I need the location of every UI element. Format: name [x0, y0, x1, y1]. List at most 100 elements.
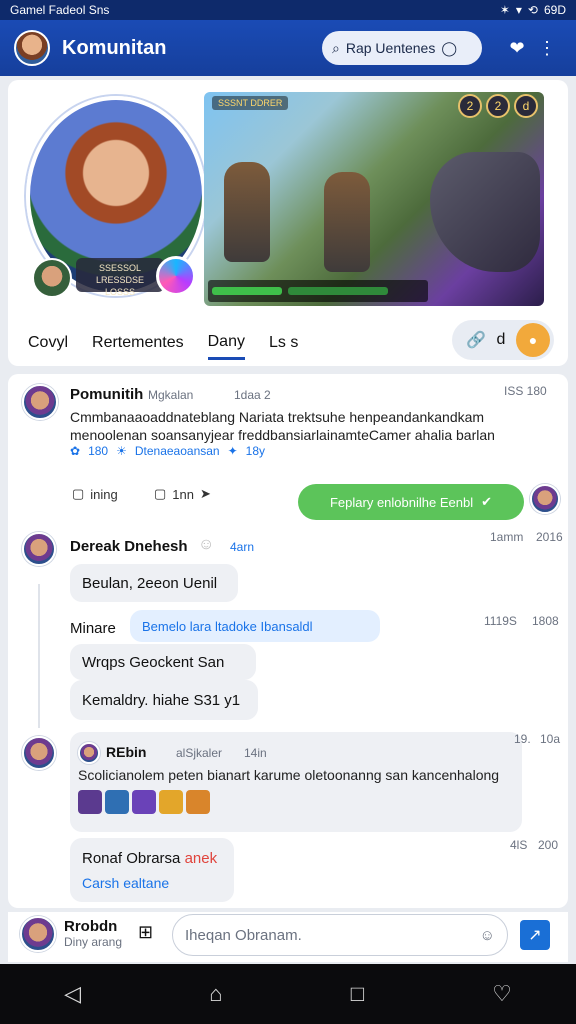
composer-identity: Rrobdn Diny arang: [64, 918, 122, 949]
share-icon[interactable]: ➤: [200, 486, 211, 502]
hud-icon: 2: [458, 94, 482, 118]
thumbnail-icon: [186, 790, 210, 814]
thumbnail-icon: [159, 790, 183, 814]
status-bar: Gamel Fadeol Sns ✶ ▾ ⟲ 69D: [0, 0, 576, 20]
wifi-icon: ▾: [515, 3, 522, 17]
quote-handle: alSjkaler: [176, 746, 223, 760]
home-icon[interactable]: ⌂: [209, 981, 222, 1007]
quote-thumbnails: [78, 790, 210, 814]
heart-icon[interactable]: ♡: [492, 981, 512, 1007]
search-clear-icon[interactable]: ◯: [441, 40, 457, 57]
post-meta-right: ISS 180: [504, 384, 547, 398]
comment-icon: ▢: [154, 486, 167, 501]
tab-lss[interactable]: Ls s: [269, 334, 298, 358]
battery-text: 69D: [543, 3, 566, 17]
recents-icon[interactable]: □: [351, 981, 364, 1007]
avatar[interactable]: [22, 384, 58, 420]
comment-meta-left: 1amm: [490, 530, 524, 544]
composer-subtext: Diny arang: [64, 935, 123, 949]
search-placeholder: Rap Uentenes: [345, 40, 436, 56]
profile-caption-line2: LOSSS: [104, 287, 135, 297]
avatar[interactable]: [22, 532, 56, 566]
avatar[interactable]: [530, 484, 560, 514]
message-input[interactable]: Iheqan Obranam. ☺: [172, 914, 508, 956]
comment-author[interactable]: Dereak Dnehesh: [70, 538, 188, 555]
send-button[interactable]: ↗: [520, 920, 550, 950]
app-bar: Komunitan ⌕ Rap Uentenes ◯ ❤ ⋮: [0, 20, 576, 76]
avatar[interactable]: [20, 916, 56, 952]
profile-caption-line1: SSESSOL LRESSDSE: [95, 263, 145, 285]
game-monster-icon: [430, 152, 540, 272]
quote-meta-right: 10a: [540, 732, 561, 746]
tab-action-label: d: [496, 331, 506, 348]
profile-game-card: SSESSOL LRESSDSE LOSSS SSSNT DDRER 2 2 d…: [8, 80, 568, 366]
reply-link[interactable]: Bemelo lara ltadoke Ibansaldl: [130, 610, 380, 642]
rank-badge-icon[interactable]: [156, 256, 196, 296]
link-icon[interactable]: 🔗: [466, 330, 486, 350]
page-title: Komunitan: [62, 36, 167, 59]
quote-text: Scolicianolem peten bianart karume oleto…: [78, 767, 500, 783]
emoji-icon: ✿: [70, 444, 81, 458]
reply-card[interactable]: Ronaf Obrarsa anek Carsh ealtane: [70, 838, 234, 902]
hud-icon: 2: [486, 94, 510, 118]
more-vert-icon[interactable]: ⋮: [532, 33, 562, 63]
comment-time: 4arn: [230, 540, 255, 554]
post-text: Cmmbanaaoaddnateblang Nariata trektsuhe …: [70, 408, 540, 444]
comment-label: 1nn: [172, 486, 194, 502]
mini-avatar[interactable]: [32, 258, 72, 298]
search-icon: ⌕: [332, 39, 340, 56]
post-author[interactable]: Pomunitih: [70, 386, 143, 403]
reply2-link[interactable]: Carsh ealtane: [82, 875, 169, 891]
like-button[interactable]: ▢ ining: [72, 486, 118, 502]
status-icons: ✶ ▾ ⟲ 69D: [500, 3, 566, 17]
comment-button[interactable]: ▢ 1nn ➤: [154, 486, 211, 502]
reply-bubble: Wrqps Geockent San: [70, 644, 256, 680]
game-screenshot[interactable]: SSSNT DDRER 2 2 d: [204, 92, 544, 306]
post-text-line2: menoolenan soansanyjear freddbansiarlain…: [70, 427, 495, 443]
back-icon[interactable]: ◁: [64, 981, 81, 1007]
tab-rertementes[interactable]: Rertementes: [92, 334, 184, 358]
tab-actions[interactable]: 🔗 d ●: [452, 320, 554, 360]
hearts-icon[interactable]: ❤: [502, 33, 532, 63]
game-hud-icons: 2 2 d: [458, 94, 538, 118]
reply-author[interactable]: Minare: [70, 620, 116, 637]
post-handle: Mgkalan: [148, 388, 194, 402]
reaction-tail: 18y: [245, 444, 266, 458]
tab-covyl[interactable]: Covyl: [28, 334, 68, 358]
thread-line: [38, 584, 40, 728]
sun-icon: ☀: [116, 444, 127, 458]
like-label: ining: [90, 486, 118, 502]
quoted-post[interactable]: REbin alSjkaler 14in Scolicianolem peten…: [70, 732, 522, 832]
message-placeholder: Iheqan Obranam.: [185, 926, 302, 944]
system-nav-bar: ◁ ⌂ □ ♡: [0, 964, 576, 1024]
composer-bar: Rrobdn Diny arang ⊞ Iheqan Obranam. ☺ ↗: [8, 912, 568, 962]
health-bar: [212, 287, 282, 295]
reply-meta-left: 1119S: [484, 614, 517, 628]
cta-text: Feplary enlobnilhe Eenbl: [329, 494, 474, 510]
tab-bar: Covyl Rertementes Dany Ls s: [28, 326, 298, 366]
tab-dany[interactable]: Dany: [207, 333, 245, 360]
emoji-icon: ☺: [198, 536, 215, 553]
energy-bar: [288, 287, 388, 295]
post-text-line1: Cmmbanaaoaddnateblang Nariata trektsuhe …: [70, 409, 485, 425]
search-input[interactable]: ⌕ Rap Uentenes ◯: [322, 31, 482, 65]
attach-icon[interactable]: ⊞: [138, 922, 153, 943]
reply2-tag: anek: [184, 849, 218, 867]
reply2-author-line: Ronaf Obrarsa anek: [82, 850, 217, 867]
thumbnail-icon: [132, 790, 156, 814]
chat-icon[interactable]: ●: [515, 323, 550, 357]
composer-name: Rrobdn: [64, 918, 118, 935]
avatar: [78, 742, 100, 764]
emoji-icon[interactable]: ☺: [480, 927, 495, 944]
star-icon: ✦: [227, 444, 238, 458]
app-avatar[interactable]: [14, 30, 50, 66]
cta-button[interactable]: Feplary enlobnilhe Eenbl ✔: [298, 484, 524, 520]
thumbnail-icon: [78, 790, 102, 814]
avatar[interactable]: [22, 736, 56, 770]
comment-bubble: Beulan, 2eeon Uenil: [70, 564, 238, 602]
reply-meta-right: 1808: [532, 614, 559, 628]
check-icon: ✔: [481, 494, 492, 509]
quote-author: REbin: [106, 744, 147, 760]
status-left-text: Gamel Fadeol Sns: [10, 3, 110, 17]
reactions-row[interactable]: ✿ 180 ☀ Dtenaeaoansan ✦ 18y: [70, 444, 265, 458]
